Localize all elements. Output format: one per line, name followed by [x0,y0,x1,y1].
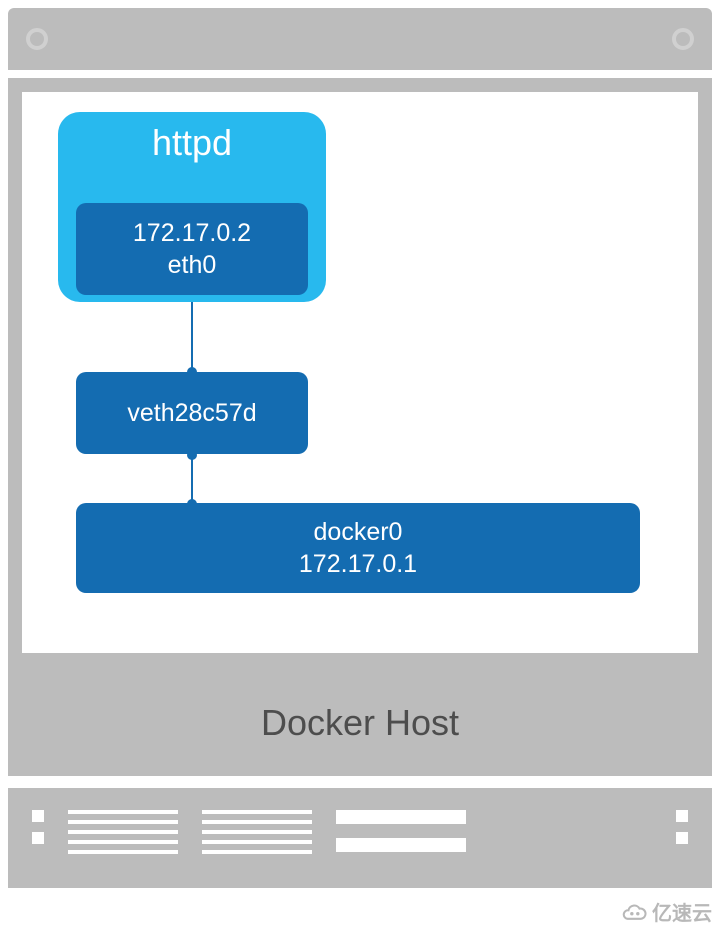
footer-text-col [202,810,312,888]
footer-bar-col [336,810,466,888]
eth-ip: 172.17.0.2 [76,217,308,250]
diagram-canvas: httpd 172.17.0.2 eth0 veth28c57d docker0… [22,92,698,653]
veth-box: veth28c57d [76,372,308,454]
bullet-icon [676,810,688,822]
skeleton-line [68,820,178,824]
skeleton-line [202,830,312,834]
skeleton-bar [336,810,466,824]
bullet-icon [32,832,44,844]
skeleton-line [202,850,312,854]
container-label: httpd [58,122,326,164]
footer-skeleton [8,788,712,888]
window-titlebar [8,8,712,70]
skeleton-bar [336,838,466,852]
skeleton-line [202,820,312,824]
skeleton-line [202,840,312,844]
window-control-left-icon [26,28,48,50]
host-label: Docker Host [8,702,712,744]
window-control-right-icon [672,28,694,50]
skeleton-line [68,850,178,854]
footer-bullet-col [32,810,44,888]
bridge-name: docker0 [76,516,640,549]
footer-text-col [68,810,178,888]
skeleton-line [68,830,178,834]
watermark: 亿速云 [614,897,712,926]
skeleton-line [68,840,178,844]
veth-name: veth28c57d [127,399,256,428]
bullet-icon [32,810,44,822]
bullet-icon [676,832,688,844]
watermark-text: 亿速云 [652,897,712,926]
window-frame: httpd 172.17.0.2 eth0 veth28c57d docker0… [8,8,712,776]
eth-box: 172.17.0.2 eth0 [76,203,308,295]
bridge-box: docker0 172.17.0.1 [76,503,640,593]
eth-iface: eth0 [76,249,308,282]
skeleton-line [68,810,178,814]
host-panel: httpd 172.17.0.2 eth0 veth28c57d docker0… [8,78,712,776]
skeleton-line [202,810,312,814]
footer-bullet-col [676,810,688,888]
cloud-icon [614,901,648,923]
bridge-ip: 172.17.0.1 [76,548,640,581]
